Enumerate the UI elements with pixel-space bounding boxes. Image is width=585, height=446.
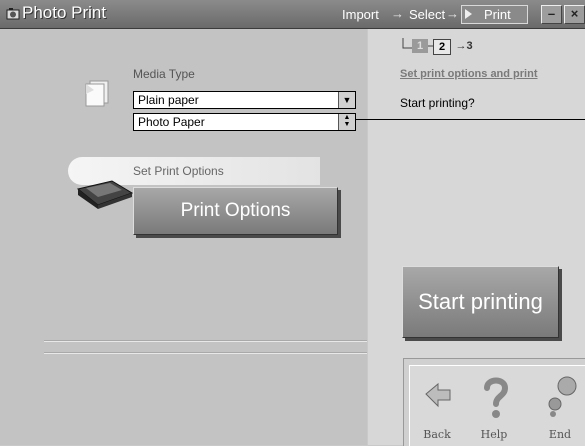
divider <box>44 352 367 354</box>
close-button[interactable]: × <box>564 5 585 24</box>
media-type-value: Plain paper <box>138 93 199 107</box>
start-printing-question: Start printing? <box>400 96 475 110</box>
media-type-label: Media Type <box>133 67 195 81</box>
question-mark-icon <box>484 377 509 418</box>
paper-type-value: Photo Paper <box>138 115 205 129</box>
spinner-icon[interactable]: ▲ ▼ <box>338 114 355 130</box>
media-type-select[interactable]: Plain paper ▼ <box>133 91 356 109</box>
end-button[interactable]: End <box>535 376 585 442</box>
set-print-options-link[interactable]: Set print options and print <box>400 68 538 80</box>
paper-type-select[interactable]: Photo Paper ▲ ▼ <box>133 113 356 131</box>
dropdown-arrow-icon[interactable]: ▼ <box>338 92 355 108</box>
pointer-line <box>343 119 585 120</box>
end-label: End <box>548 428 572 441</box>
title-bar: Photo Print Import → Select → Print – × <box>0 0 585 29</box>
paper-stack-icon <box>85 80 109 107</box>
app-icon <box>6 8 20 20</box>
print-options-button[interactable]: Print Options <box>133 187 338 235</box>
help-button[interactable]: Help <box>469 376 519 442</box>
set-print-options-label: Set Print Options <box>133 164 224 178</box>
app-title: Photo Print <box>22 3 107 22</box>
help-label: Help <box>480 428 508 441</box>
printer-icon <box>76 180 134 209</box>
divider <box>44 340 367 342</box>
breadcrumb-print-label: Print <box>484 7 511 22</box>
breadcrumb-arrow: → <box>391 6 404 21</box>
minimize-button[interactable]: – <box>541 5 562 24</box>
back-button[interactable]: Back <box>412 376 462 442</box>
breadcrumb-arrow: → <box>446 6 459 21</box>
back-label: Back <box>423 428 451 441</box>
exit-sphere-icon <box>548 376 577 417</box>
play-icon <box>465 9 472 19</box>
step-connector-icon <box>402 38 433 49</box>
back-arrow-icon <box>425 382 451 408</box>
start-printing-button[interactable]: Start printing <box>402 266 559 338</box>
breadcrumb-select[interactable]: Select <box>409 7 445 22</box>
breadcrumb-import[interactable]: Import <box>342 7 379 22</box>
breadcrumb-print[interactable]: Print <box>461 5 528 24</box>
step-3: →3 <box>455 40 473 52</box>
